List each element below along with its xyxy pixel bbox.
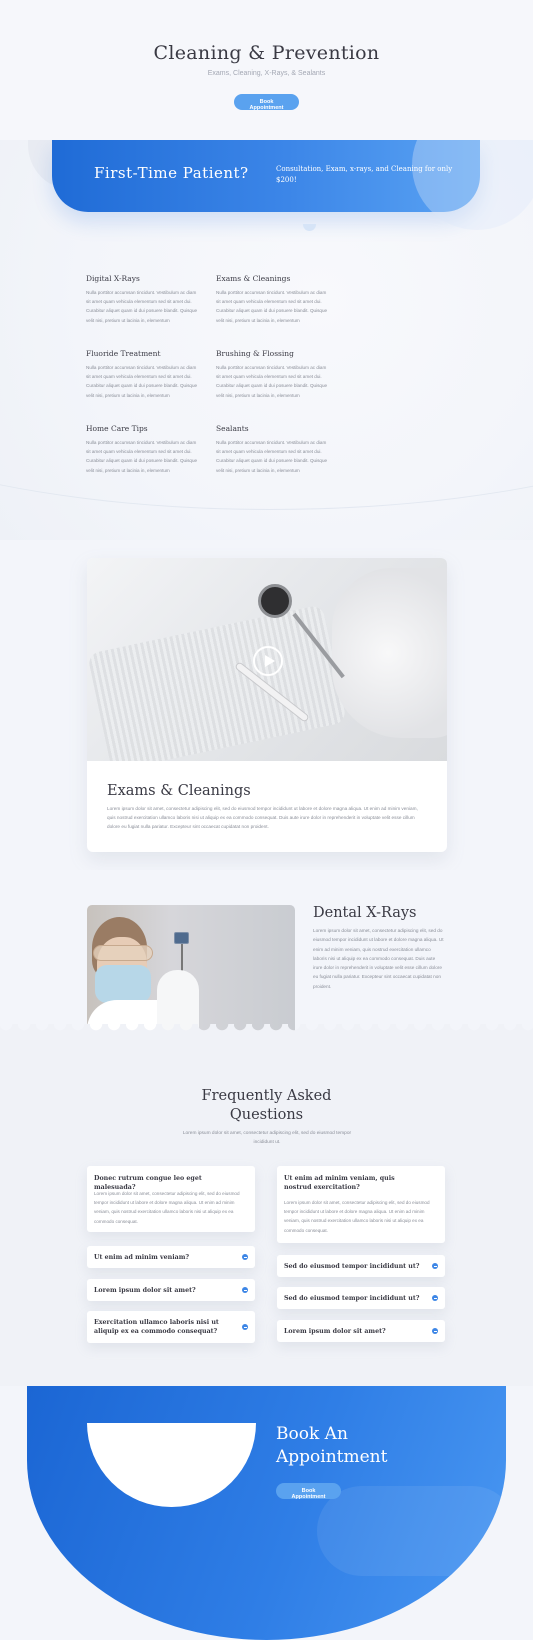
service-text: Nulla porttitor accumsan tincidunt. Vest… [216, 365, 328, 398]
faq-title-line2: Questions [229, 1106, 304, 1123]
mask-shape [95, 965, 151, 1003]
xray-title: Dental X-Rays [313, 905, 417, 921]
service-item-brushing: Brushing & Flossing Nulla porttitor accu… [216, 349, 331, 400]
faq-item[interactable]: Sed do eiusmod tempor incididunt ut? [277, 1287, 445, 1309]
xray-film-shape [174, 932, 189, 944]
booking-title-line1: Book An [276, 1424, 348, 1444]
faq-item-open[interactable]: Ut enim ad minim veniam, quis nostrud ex… [277, 1166, 445, 1243]
video-card-title: Exams & Cleanings [107, 783, 251, 799]
hero-section: Cleaning & Prevention Exams, Cleaning, X… [0, 0, 533, 140]
faq-question: Sed do eiusmod tempor incididunt ut? [284, 1295, 420, 1302]
service-title: Exams & Cleanings [216, 274, 291, 283]
first-time-title: First-Time Patient? [94, 164, 249, 182]
faq-question: Sed do eiusmod tempor incididunt ut? [284, 1263, 420, 1270]
faq-question: Lorem ipsum dolor sit amet? [94, 1287, 196, 1294]
xray-section: Dental X-Rays Lorem ipsum dolor sit amet… [0, 870, 533, 1040]
plus-minus-icon[interactable] [432, 1328, 438, 1334]
glove-shape [332, 568, 447, 738]
booking-banner: Book An Appointment Book Appointment [27, 1386, 506, 1640]
plus-minus-icon[interactable] [432, 1295, 438, 1301]
service-title: Brushing & Flossing [216, 349, 294, 358]
faq-title-line1: Frequently Asked [201, 1088, 332, 1104]
page-subtitle: Exams, Cleaning, X-Rays, & Sealants [207, 70, 326, 77]
faq-question: Exercitation ullamco laboris nisi ut ali… [94, 1319, 219, 1335]
service-item-sealants: Sealants Nulla porttitor accumsan tincid… [216, 424, 331, 475]
faq-item[interactable]: Sed do eiusmod tempor incididunt ut? [277, 1255, 445, 1277]
first-time-description: Consultation, Exam, x-rays, and Cleaning… [276, 165, 453, 184]
service-text: Nulla porttitor accumsan tincidunt. Vest… [86, 290, 198, 323]
service-title: Home Care Tips [86, 424, 148, 433]
services-section: First-Time Patient? Consultation, Exam, … [0, 140, 533, 540]
service-title: Fluoride Treatment [86, 349, 161, 358]
book-appointment-button[interactable]: Book Appointment [234, 94, 299, 111]
service-text: Nulla porttitor accumsan tincidunt. Vest… [216, 440, 328, 473]
service-text: Nulla porttitor accumsan tincidunt. Vest… [86, 440, 198, 473]
page-title: Cleaning & Prevention [153, 42, 380, 64]
faq-answer: Lorem ipsum dolor sit amet, consectetur … [94, 1191, 240, 1224]
plus-minus-icon[interactable] [242, 1324, 248, 1330]
video-card: Exams & Cleanings Lorem ipsum dolor sit … [87, 558, 447, 852]
video-card-text: Lorem ipsum dolor sit amet, consectetur … [107, 806, 418, 829]
booking-title-line2: Appointment [276, 1447, 388, 1467]
faq-section: Frequently Asked Questions Lorem ipsum d… [0, 1036, 533, 1386]
service-item-digital-xrays: Digital X-Rays Nulla porttitor accumsan … [86, 274, 201, 325]
plus-minus-icon[interactable] [242, 1254, 248, 1260]
decorative-blob [317, 1486, 506, 1576]
faq-question: Lorem ipsum dolor sit amet? [284, 1328, 386, 1335]
faq-item-open[interactable]: Donec rutrum congue leo eget malesuada? … [87, 1166, 255, 1232]
dental-mirror-shape [258, 584, 292, 618]
xray-text: Lorem ipsum dolor sit amet, consectetur … [313, 928, 444, 989]
plus-minus-icon[interactable] [432, 1263, 438, 1269]
faq-question: Ut enim ad minim veniam, quis nostrud ex… [284, 1175, 395, 1191]
service-item-fluoride: Fluoride Treatment Nulla porttitor accum… [86, 349, 201, 400]
faq-intro: Lorem ipsum dolor sit amet, consectetur … [182, 1131, 352, 1145]
faq-item[interactable]: Exercitation ullamco laboris nisi ut ali… [87, 1311, 255, 1343]
faq-question: Ut enim ad minim veniam? [94, 1254, 190, 1261]
service-text: Nulla porttitor accumsan tincidunt. Vest… [86, 365, 198, 398]
faq-item[interactable]: Lorem ipsum dolor sit amet? [277, 1320, 445, 1342]
booking-title: Book An Appointment [276, 1423, 387, 1469]
dentist-xray-image [87, 905, 295, 1038]
service-text: Nulla porttitor accumsan tincidunt. Vest… [216, 290, 328, 323]
goggles-shape [93, 945, 153, 961]
first-time-patient-banner: First-Time Patient? Consultation, Exam, … [52, 140, 533, 230]
service-title: Sealants [216, 424, 249, 433]
dental-tools-image [87, 558, 447, 761]
plus-minus-icon[interactable] [242, 1287, 248, 1293]
faq-item[interactable]: Ut enim ad minim veniam? [87, 1246, 255, 1268]
service-item-exams-cleanings: Exams & Cleanings Nulla porttitor accums… [216, 274, 331, 325]
service-item-home-care: Home Care Tips Nulla porttitor accumsan … [86, 424, 201, 475]
service-title: Digital X-Rays [86, 274, 140, 283]
play-icon[interactable] [253, 646, 283, 676]
book-appointment-button[interactable]: Book Appointment [276, 1483, 341, 1500]
decorative-half-circle [87, 1423, 256, 1507]
video-section: Exams & Cleanings Lorem ipsum dolor sit … [0, 540, 533, 870]
faq-item[interactable]: Lorem ipsum dolor sit amet? [87, 1279, 255, 1301]
wave-divider [0, 1024, 533, 1036]
faq-answer: Lorem ipsum dolor sit amet, consectetur … [284, 1200, 430, 1233]
booking-section: Book An Appointment Book Appointment [0, 1386, 533, 1640]
faq-title: Frequently Asked Questions [0, 1087, 533, 1124]
